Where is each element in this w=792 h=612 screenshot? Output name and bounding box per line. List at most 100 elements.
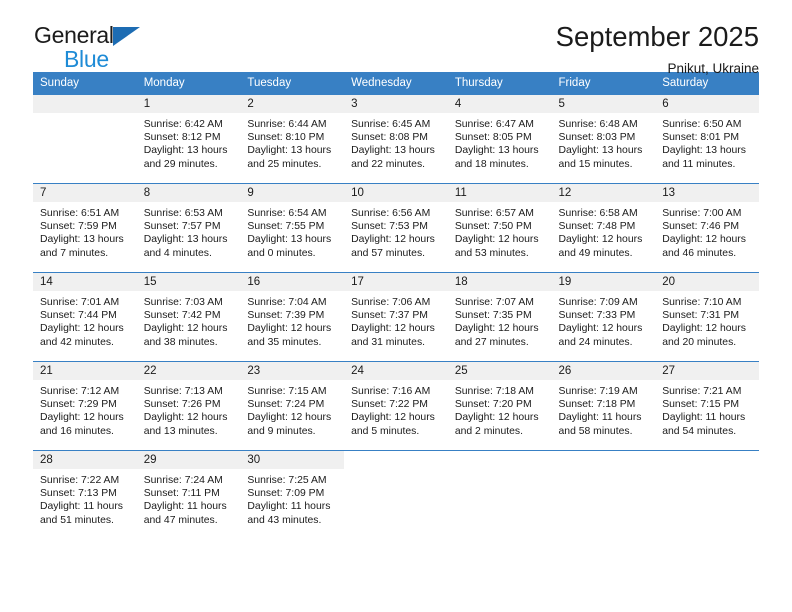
day-details: Sunrise: 6:58 AM Sunset: 7:48 PM Daylight:…: [552, 202, 656, 260]
sunset-text: Sunset: 7:46 PM: [662, 221, 740, 233]
location-subtitle: Pnikut, Ukraine: [667, 60, 759, 76]
day-cell[interactable]: 2 Sunrise: 6:44 AM Sunset: 8:10 PM Daylight…: [240, 94, 345, 184]
day-cell[interactable]: 28 Sunrise: 7:22 AM Sunset: 7:13 PM Dayligh…: [33, 450, 137, 540]
sunset-text: Sunset: 7:44 PM: [40, 310, 117, 322]
day-number: 23: [240, 362, 345, 380]
sunset-text: Sunset: 7:35 PM: [454, 310, 532, 322]
day-number: [344, 451, 448, 469]
daylight-text-line1: Daylight: 12 hours: [351, 412, 435, 424]
day-cell[interactable]: 4 Sunrise: 6:47 AM Sunset: 8:05 PM Daylight…: [447, 94, 552, 184]
daylight-text-line2: and 47 minutes.: [143, 514, 218, 526]
daylight-text-line2: and 58 minutes.: [558, 425, 633, 437]
weekday-header-sunday: Sunday: [33, 72, 137, 95]
day-cell[interactable]: 11 Sunrise: 6:57 AM Sunset: 7:50 PM Dayligh…: [447, 183, 552, 273]
sunset-text: Sunset: 7:26 PM: [143, 399, 221, 411]
day-cell[interactable]: [447, 450, 552, 540]
day-cell[interactable]: 10 Sunrise: 6:56 AM Sunset: 7:53 PM Dayligh…: [344, 183, 448, 273]
day-details: Sunrise: 7:25 AM Sunset: 7:09 PM Daylight:…: [240, 469, 344, 527]
weekday-header-monday: Monday: [136, 72, 241, 95]
sunrise-text: Sunrise: 6:47 AM: [454, 119, 534, 130]
logo-triangle-icon: [113, 27, 140, 46]
sunrise-text: Sunrise: 7:01 AM: [40, 297, 120, 308]
day-cell[interactable]: [655, 450, 759, 540]
daylight-text-line1: Daylight: 12 hours: [143, 412, 228, 424]
day-number: 19: [551, 273, 656, 291]
day-number: 18: [447, 273, 552, 291]
sunrise-text: Sunrise: 7:19 AM: [558, 386, 638, 397]
daylight-text-line2: and 42 minutes.: [40, 336, 114, 348]
day-number: 1: [136, 95, 241, 113]
sunrise-text: Sunrise: 7:16 AM: [351, 386, 431, 397]
day-details: Sunrise: 6:44 AM Sunset: 8:10 PM Daylight:…: [240, 113, 344, 171]
day-cell[interactable]: 15 Sunrise: 7:03 AM Sunset: 7:42 PM Dayligh…: [136, 272, 241, 362]
sunrise-text: Sunrise: 6:57 AM: [454, 208, 534, 219]
day-details: Sunrise: 7:01 AM Sunset: 7:44 PM Daylight:…: [33, 291, 137, 349]
day-details: Sunrise: 7:03 AM Sunset: 7:42 PM Daylight:…: [137, 291, 241, 349]
day-details: Sunrise: 7:18 AM Sunset: 7:20 PM Daylight:…: [448, 380, 552, 438]
generalblue-logo: General Blue: [33, 22, 163, 74]
day-number: 4: [447, 95, 552, 113]
day-cell[interactable]: 18 Sunrise: 7:07 AM Sunset: 7:35 PM Dayligh…: [447, 272, 552, 362]
day-cell[interactable]: [33, 94, 137, 184]
daylight-text-line2: and 20 minutes.: [662, 336, 737, 348]
day-cell[interactable]: 1 Sunrise: 6:42 AM Sunset: 8:12 PM Daylight…: [136, 94, 241, 184]
day-cell[interactable]: 3 Sunrise: 6:45 AM Sunset: 8:08 PM Daylight…: [344, 94, 448, 184]
day-cell[interactable]: 24 Sunrise: 7:16 AM Sunset: 7:22 PM Dayligh…: [344, 361, 448, 451]
day-cell[interactable]: [551, 450, 656, 540]
day-cell[interactable]: 30 Sunrise: 7:25 AM Sunset: 7:09 PM Dayligh…: [240, 450, 345, 540]
daylight-text-line2: and 29 minutes.: [143, 158, 218, 170]
daylight-text-line1: Daylight: 11 hours: [558, 412, 642, 424]
day-cell[interactable]: 5 Sunrise: 6:48 AM Sunset: 8:03 PM Daylight…: [551, 94, 656, 184]
day-number: 7: [33, 184, 137, 202]
day-cell[interactable]: 8 Sunrise: 6:53 AM Sunset: 7:57 PM Daylight…: [136, 183, 241, 273]
daylight-text-line2: and 22 minutes.: [351, 158, 426, 170]
day-cell[interactable]: 22 Sunrise: 7:13 AM Sunset: 7:26 PM Dayligh…: [136, 361, 241, 451]
daylight-text-line1: Daylight: 11 hours: [40, 501, 123, 513]
daylight-text-line1: Daylight: 12 hours: [351, 323, 435, 335]
day-cell[interactable]: 16 Sunrise: 7:04 AM Sunset: 7:39 PM Dayligh…: [240, 272, 345, 362]
day-number: 17: [344, 273, 448, 291]
day-cell[interactable]: 7 Sunrise: 6:51 AM Sunset: 7:59 PM Daylight…: [33, 183, 137, 273]
day-cell[interactable]: 29 Sunrise: 7:24 AM Sunset: 7:11 PM Dayligh…: [136, 450, 241, 540]
day-number: 5: [551, 95, 656, 113]
daylight-text-line1: Daylight: 13 hours: [143, 234, 228, 246]
day-number: 27: [655, 362, 759, 380]
daylight-text-line1: Daylight: 12 hours: [40, 323, 124, 335]
daylight-text-line2: and 46 minutes.: [662, 247, 737, 259]
day-details: Sunrise: 7:15 AM Sunset: 7:24 PM Daylight:…: [240, 380, 344, 438]
calendar-week-row: 7 Sunrise: 6:51 AM Sunset: 7:59 PM Daylight…: [33, 183, 759, 273]
day-number: 22: [136, 362, 241, 380]
day-cell[interactable]: 12 Sunrise: 6:58 AM Sunset: 7:48 PM Dayligh…: [551, 183, 656, 273]
day-cell[interactable]: [344, 450, 448, 540]
day-cell[interactable]: 13 Sunrise: 7:00 AM Sunset: 7:46 PM Dayligh…: [655, 183, 759, 273]
sunrise-text: Sunrise: 6:53 AM: [143, 208, 223, 219]
day-cell[interactable]: 19 Sunrise: 7:09 AM Sunset: 7:33 PM Dayligh…: [551, 272, 656, 362]
day-number: 29: [136, 451, 241, 469]
daylight-text-line2: and 2 minutes.: [454, 425, 523, 437]
daylight-text-line1: Daylight: 13 hours: [558, 145, 643, 157]
day-cell[interactable]: 27 Sunrise: 7:21 AM Sunset: 7:15 PM Dayligh…: [655, 361, 759, 451]
day-cell[interactable]: 25 Sunrise: 7:18 AM Sunset: 7:20 PM Dayligh…: [447, 361, 552, 451]
sunset-text: Sunset: 7:48 PM: [558, 221, 636, 233]
sunset-text: Sunset: 7:24 PM: [247, 399, 325, 411]
daylight-text-line1: Daylight: 12 hours: [351, 234, 435, 246]
daylight-text-line2: and 27 minutes.: [454, 336, 529, 348]
day-details: Sunrise: 6:56 AM Sunset: 7:53 PM Daylight:…: [344, 202, 448, 260]
daylight-text-line2: and 35 minutes.: [247, 336, 322, 348]
sunrise-text: Sunrise: 7:25 AM: [247, 475, 327, 486]
sunset-text: Sunset: 7:59 PM: [40, 221, 117, 233]
day-cell[interactable]: 20 Sunrise: 7:10 AM Sunset: 7:31 PM Dayligh…: [655, 272, 759, 362]
day-cell[interactable]: 9 Sunrise: 6:54 AM Sunset: 7:55 PM Daylight…: [240, 183, 345, 273]
sunrise-text: Sunrise: 7:12 AM: [40, 386, 120, 397]
sunrise-text: Sunrise: 7:07 AM: [454, 297, 534, 308]
day-cell[interactable]: 21 Sunrise: 7:12 AM Sunset: 7:29 PM Dayligh…: [33, 361, 137, 451]
daylight-text-line1: Daylight: 12 hours: [662, 234, 746, 246]
day-cell[interactable]: 6 Sunrise: 6:50 AM Sunset: 8:01 PM Daylight…: [655, 94, 759, 184]
day-number: [447, 451, 552, 469]
day-cell[interactable]: 26 Sunrise: 7:19 AM Sunset: 7:18 PM Dayligh…: [551, 361, 656, 451]
day-cell[interactable]: 17 Sunrise: 7:06 AM Sunset: 7:37 PM Dayligh…: [344, 272, 448, 362]
day-cell[interactable]: 23 Sunrise: 7:15 AM Sunset: 7:24 PM Dayligh…: [240, 361, 345, 451]
day-cell[interactable]: 14 Sunrise: 7:01 AM Sunset: 7:44 PM Dayligh…: [33, 272, 137, 362]
calendar-week-row: 21 Sunrise: 7:12 AM Sunset: 7:29 PM Dayligh…: [33, 361, 759, 451]
daylight-text-line2: and 31 minutes.: [351, 336, 426, 348]
